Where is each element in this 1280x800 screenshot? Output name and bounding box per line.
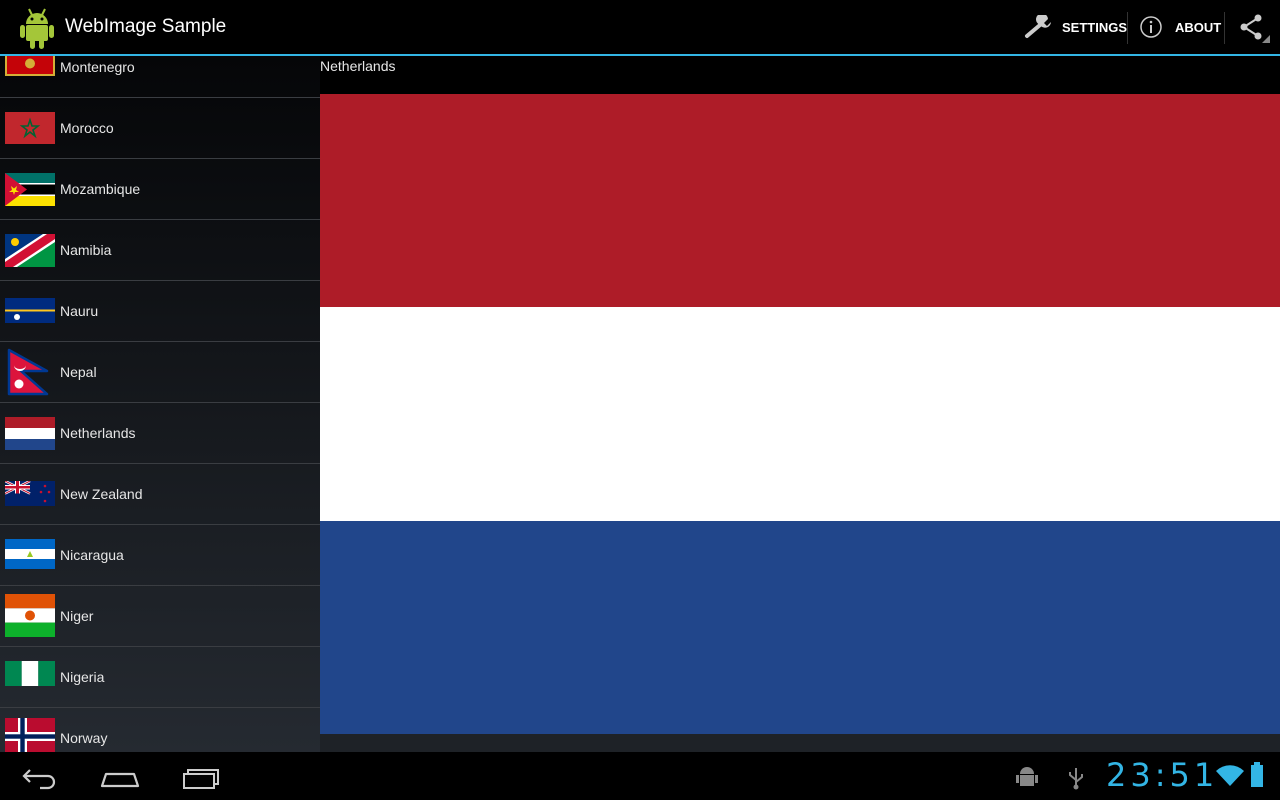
list-item-label: Namibia [60,242,112,258]
wifi-icon [1216,765,1244,786]
list-item-nepal[interactable]: Nepal [0,342,320,403]
list-item-montenegro[interactable]: Montenegro [0,56,320,98]
list-item-label: Niger [60,608,94,624]
action-divider [1224,12,1225,44]
detail-footer [320,734,1280,752]
about-label: ABOUT [1175,19,1222,35]
norway-flag-icon [5,718,55,752]
back-icon[interactable] [20,764,60,790]
wrench-icon [1025,15,1051,38]
flag-stripe-red [320,94,1280,307]
new-zealand-flag-icon [5,481,55,506]
nepal-flag-icon [7,348,49,396]
battery-icon [1251,762,1263,787]
list-item-label: Nepal [60,364,97,380]
flag-stripe-blue [320,521,1280,734]
usb-icon [1069,768,1083,790]
system-bar [0,752,1280,800]
list-item-netherlands[interactable]: Netherlands [0,403,320,464]
action-divider [1127,12,1128,44]
list-item-label: Montenegro [60,59,135,75]
list-item-label: Morocco [60,120,114,136]
list-item-nicaragua[interactable]: Nicaragua [0,525,320,586]
app-title: WebImage Sample [65,16,227,37]
android-debug-icon [1016,767,1038,786]
action-bar: WebImage Sample SETTINGS ABOUT [0,0,1280,54]
list-item-label: Nigeria [60,669,105,685]
android-app-icon[interactable] [17,6,57,50]
list-item-mozambique[interactable]: Mozambique [0,159,320,220]
list-item-label: Mozambique [60,181,141,197]
list-item-label: New Zealand [60,486,143,502]
settings-label: SETTINGS [1062,19,1128,35]
recent-apps-icon[interactable] [182,764,222,790]
list-item-label: Nauru [60,303,99,319]
settings-button[interactable]: SETTINGS [1024,0,1127,54]
status-clock: 23:51 [1106,756,1219,794]
nicaragua-flag-icon [5,539,55,569]
info-icon [1140,16,1162,38]
list-item-norway[interactable]: Norway [0,708,320,752]
detail-title: Netherlands [320,58,396,74]
country-list[interactable]: Montenegro Morocco Mozambique Namibia Na… [0,56,320,752]
netherlands-flag-image [320,94,1280,734]
mozambique-flag-icon [5,173,55,206]
nigeria-flag-icon [5,661,55,686]
share-button[interactable] [1238,0,1270,54]
home-icon[interactable] [100,764,140,790]
niger-flag-icon [5,594,55,637]
namibia-flag-icon [5,234,55,267]
morocco-flag-icon [5,112,55,144]
list-item-nauru[interactable]: Nauru [0,281,320,342]
list-item-namibia[interactable]: Namibia [0,220,320,281]
list-item-niger[interactable]: Niger [0,586,320,647]
flag-stripe-white [320,307,1280,521]
list-item-new-zealand[interactable]: New Zealand [0,464,320,525]
list-item-label: Norway [60,730,108,746]
about-button[interactable]: ABOUT [1139,0,1221,54]
list-item-morocco[interactable]: Morocco [0,98,320,159]
list-item-nigeria[interactable]: Nigeria [0,647,320,708]
share-icon [1240,14,1270,43]
nauru-flag-icon [5,298,55,323]
list-item-label: Nicaragua [60,547,124,563]
montenegro-flag-icon [5,56,55,76]
list-item-label: Netherlands [60,425,136,441]
netherlands-flag-icon [5,417,55,450]
